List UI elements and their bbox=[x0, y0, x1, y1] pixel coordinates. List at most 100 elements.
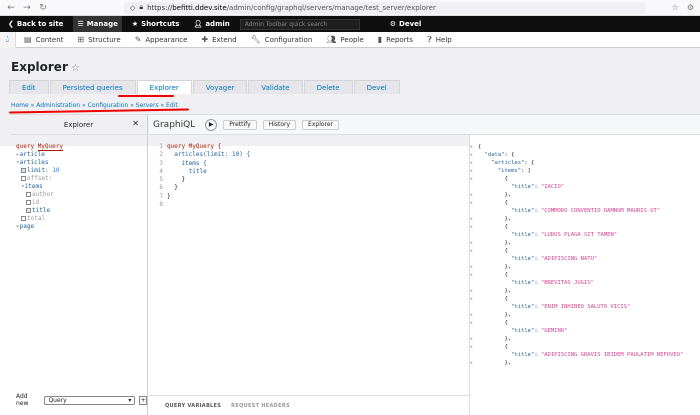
query-name-input[interactable]: MyQuery bbox=[37, 143, 63, 151]
manage-tab[interactable]: ☰ Manage bbox=[73, 16, 122, 32]
query-editor[interactable]: 1 query MyQuery {2 articles(limit: 10) {3… bbox=[149, 143, 469, 387]
field-page[interactable]: ▸page bbox=[16, 223, 141, 231]
extensions-icon[interactable]: ⚙ bbox=[687, 3, 694, 12]
shortcut-star-icon[interactable]: ☆ bbox=[71, 63, 80, 74]
checkbox[interactable] bbox=[21, 176, 26, 181]
field-article[interactable]: ▸article bbox=[16, 151, 141, 159]
reload-icon[interactable]: ↻ bbox=[38, 3, 48, 13]
forward-arrow-icon[interactable]: → bbox=[22, 3, 32, 13]
menu-content[interactable]: ▤ Content bbox=[18, 32, 69, 48]
checkbox[interactable] bbox=[26, 192, 31, 197]
shortcuts-tab[interactable]: ★ Shortcuts bbox=[128, 16, 184, 32]
result-line: ▸ "items": [ bbox=[470, 168, 531, 174]
tab-query-variables[interactable]: QUERY VARIABLES bbox=[165, 403, 221, 409]
lock-icon: 🔒︎ bbox=[139, 3, 144, 11]
browser-bar: ← → ↻ ◇ 🔒︎ https://befitti.ddev.site/adm… bbox=[0, 0, 700, 16]
menu-people[interactable]: 👥︎ People bbox=[320, 32, 369, 48]
wrench-icon: 🔧︎ bbox=[250, 35, 261, 44]
arg-limit[interactable]: limit: 10 bbox=[16, 167, 141, 175]
checkbox[interactable] bbox=[21, 216, 26, 221]
result-pane: ▸{▸ "data": {▸ "articles": {▸ "items": [… bbox=[469, 135, 700, 415]
tab-request-headers[interactable]: REQUEST HEADERS bbox=[231, 403, 290, 409]
result-line: ▸ "data": { bbox=[470, 152, 515, 158]
code-line: 3 items { bbox=[153, 160, 469, 168]
add-new-bar: Add new Query ▾ + bbox=[16, 393, 147, 407]
prettify-button[interactable]: Prettify bbox=[223, 119, 257, 130]
result-line: ▸ }, bbox=[470, 312, 512, 318]
drupal-logo-icon[interactable]: 💧︎ bbox=[0, 31, 16, 48]
tab-delete[interactable]: Delete bbox=[303, 80, 353, 94]
menu-structure[interactable]: ⊞ Structure bbox=[71, 32, 126, 48]
tab-edit[interactable]: Edit bbox=[9, 80, 49, 94]
result-line: ▸ { bbox=[470, 200, 508, 206]
tab-devel[interactable]: Devel bbox=[353, 80, 400, 94]
execute-query-button[interactable]: ▶ bbox=[205, 118, 218, 131]
result-title-line: "title": "LUDUS PLAGA SIT TAMEN" bbox=[511, 232, 618, 238]
line-number: 8 bbox=[159, 201, 163, 209]
result-line: ▸ }, bbox=[470, 360, 512, 366]
menu-reports[interactable]: ▮ Reports bbox=[372, 32, 419, 48]
menu-help[interactable]: ❓︎ Help bbox=[421, 32, 458, 48]
user-icon: 👤︎ bbox=[193, 20, 203, 28]
line-number: 5 bbox=[159, 176, 163, 184]
field-author[interactable]: author bbox=[16, 191, 141, 199]
admin-menu: 💧︎ ▤ Content ⊞ Structure ✎ Appearance ✚ Exte… bbox=[0, 31, 700, 48]
breadcrumb[interactable]: Home » Administration » Configuration » … bbox=[11, 102, 178, 109]
line-number: 4 bbox=[159, 167, 163, 175]
back-arrow-icon[interactable]: ← bbox=[6, 3, 16, 13]
result-line: ▸{ bbox=[470, 144, 482, 150]
result-line: ▸ }, bbox=[470, 192, 512, 198]
checkbox-checked[interactable] bbox=[21, 168, 26, 173]
field-id[interactable]: id bbox=[16, 199, 141, 207]
tab-persisted-queries[interactable]: Persisted queries bbox=[49, 80, 136, 94]
field-articles[interactable]: ▾articles bbox=[16, 159, 141, 167]
menu-appearance[interactable]: ✎ Appearance bbox=[129, 32, 194, 48]
result-line: ▸ }, bbox=[470, 288, 512, 294]
tab-voyager[interactable]: Voyager bbox=[192, 80, 248, 94]
explorer-toggle-button[interactable]: Explorer bbox=[302, 119, 340, 130]
checkbox-checked[interactable] bbox=[26, 208, 31, 213]
annotation-underline bbox=[8, 108, 190, 114]
operation-type-select[interactable]: Query ▾ bbox=[44, 395, 136, 405]
devel-tab[interactable]: ⚙ Devel bbox=[386, 16, 426, 32]
code-line: 4 title bbox=[153, 168, 469, 176]
back-to-site-link[interactable]: ❮ Back to site bbox=[4, 16, 67, 32]
bookmark-star-icon[interactable]: ☆ bbox=[672, 3, 679, 12]
code-text: items { bbox=[167, 159, 207, 167]
explorer-tree: query MyQuery ▸article ▾articles limit: … bbox=[10, 135, 147, 239]
bar-chart-icon: ▮ bbox=[377, 35, 383, 44]
user-tab[interactable]: 👤︎ admin bbox=[189, 16, 233, 32]
result-line: ▸ { bbox=[470, 320, 508, 326]
history-button[interactable]: History bbox=[262, 119, 297, 130]
field-title[interactable]: title bbox=[16, 207, 141, 215]
result-title-line: "title": "ADIPISCING NATU" bbox=[511, 256, 598, 262]
checkbox[interactable] bbox=[26, 200, 31, 205]
result-line: ▸ { bbox=[470, 248, 508, 254]
result-line: ▸ { bbox=[470, 224, 508, 230]
code-text: } bbox=[167, 176, 186, 184]
close-icon[interactable]: ✕ bbox=[132, 119, 139, 128]
code-text: } bbox=[167, 184, 178, 192]
result-line: ▸ { bbox=[470, 344, 508, 350]
field-total[interactable]: total bbox=[16, 215, 141, 223]
code-line: 1 query MyQuery { bbox=[153, 143, 469, 151]
paint-icon: ✎ bbox=[134, 35, 142, 44]
address-bar[interactable]: ◇ 🔒︎ https://befitti.ddev.site/admin/con… bbox=[124, 1, 646, 14]
chevron-down-icon: ▾ bbox=[128, 396, 132, 404]
tab-explorer[interactable]: Explorer bbox=[136, 80, 192, 94]
menu-extend[interactable]: ✚ Extend bbox=[195, 32, 242, 48]
field-items[interactable]: ▾items bbox=[16, 183, 141, 191]
page-title: Explorer ☆ bbox=[11, 60, 80, 74]
tab-validate[interactable]: Validate bbox=[248, 80, 303, 94]
code-line: 2 articles(limit: 10) { bbox=[153, 151, 469, 159]
result-title-line: "title": "IACIO" bbox=[511, 184, 565, 190]
arg-offset[interactable]: offset: bbox=[16, 175, 141, 183]
result-line: ▸ { bbox=[470, 176, 508, 182]
menu-configuration[interactable]: 🔧︎ Configuration bbox=[245, 32, 319, 48]
add-button[interactable]: + bbox=[139, 395, 147, 405]
toolbar-search-input[interactable]: Admin Toolbar quick search bbox=[239, 18, 360, 30]
explorer-header: Explorer ✕ bbox=[10, 115, 147, 135]
url-text: https://befitti.ddev.site/admin/config/g… bbox=[147, 3, 436, 12]
admin-toolbar: ❮ Back to site ☰ Manage ★ Shortcuts 👤︎ admin… bbox=[0, 16, 700, 32]
result-line: ▸ }, bbox=[470, 336, 512, 342]
